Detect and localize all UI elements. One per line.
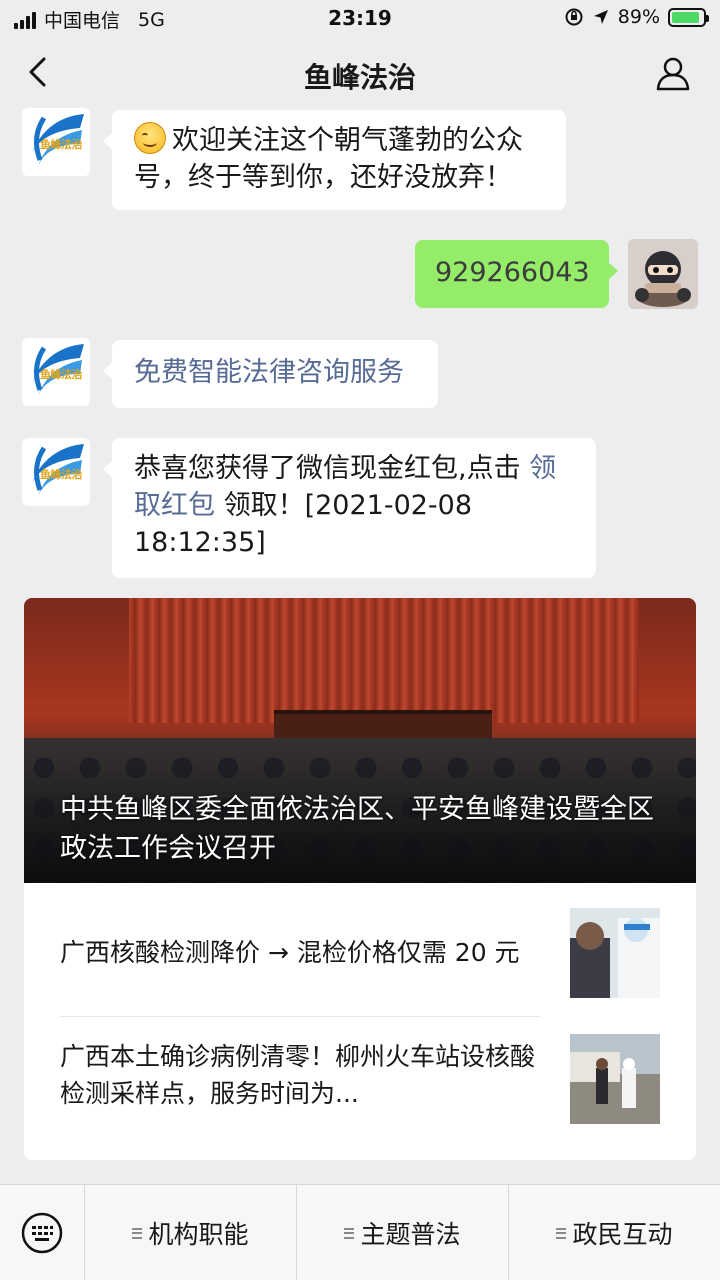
news-card: 中共鱼峰区委全面依法治区、平安鱼峰建设暨全区政法工作会议召开 广西核酸检测降价 … [24,598,696,1160]
menu-item-label: 政民互动 [572,1220,673,1249]
news-item[interactable]: 广西核酸检测降价 → 混检价格仅需 20 元 [60,888,660,1016]
battery-fill [672,11,699,23]
menu-item-law-education[interactable]: 主题普法 [297,1185,509,1280]
location-arrow-icon [593,10,608,24]
news-item-title: 广西本土确诊病例清零！柳州火车站设核酸检测采样点，服务时间为... [60,1042,536,1108]
profile-icon[interactable] [654,54,692,92]
news-thumbnail-image [570,1034,660,1124]
news-item-title: 广西核酸检测降价 → 混检价格仅需 20 元 [60,938,520,967]
redpacket-text-prefix: 恭喜您获得了微信现金红包,点击 [134,453,530,484]
news-item[interactable]: 广西本土确诊病例清零！柳州火车站设核酸检测采样点，服务时间为... [60,1018,660,1146]
battery-icon [668,7,709,27]
menu-item-label: 主题普法 [360,1220,461,1249]
user-avatar[interactable] [628,239,698,309]
news-thumbnail-image [570,908,660,998]
news-hero[interactable]: 中共鱼峰区委全面依法治区、平安鱼峰建设暨全区政法工作会议召开 [24,598,696,883]
service-link[interactable]: 免费智能法律咨询服务 [134,357,404,388]
menu-item-institution[interactable]: 机构职能 [85,1185,297,1280]
account-avatar[interactable]: 鱼峰法治 [22,438,90,506]
menu-item-interaction[interactable]: 政民互动 [509,1185,720,1280]
news-thumbnail [570,1034,660,1124]
page-title: 鱼峰法治 [303,61,416,94]
menu-list-icon [556,1227,567,1239]
service-link-bubble[interactable]: 免费智能法律咨询服务 [103,340,438,408]
news-thumbnail [570,908,660,998]
news-hero-title: 中共鱼峰区委全面依法治区、平安鱼峰建设暨全区政法工作会议召开 [60,794,654,864]
redpacket-message-bubble[interactable]: 恭喜您获得了微信现金红包,点击 领取红包 领取！[2021-02-08 18:1… [103,438,596,578]
user-message-text: 929266043 [435,257,590,288]
battery-percent: 89% [617,6,660,28]
keyboard-icon [21,1212,63,1254]
nav-bar: 鱼峰法治 [0,36,720,108]
account-avatar[interactable]: 鱼峰法治 [22,108,90,176]
welcome-message-text: 欢迎关注这个朝气蓬勃的公众号，终于等到你，还好没放弃！ [134,125,523,193]
bottom-menu: 机构职能 主题普法 政民互动 [0,1184,720,1280]
user-message-bubble[interactable]: 929266043 [415,240,618,308]
user-avatar-icon [628,239,698,309]
menu-item-label: 机构职能 [148,1220,249,1249]
hero-image-curtain [129,598,639,723]
smile-emoji-icon [134,122,166,154]
account-logo-text: 鱼峰法治 [40,468,83,481]
account-avatar[interactable]: 鱼峰法治 [22,338,90,406]
account-logo-text: 鱼峰法治 [40,138,83,151]
status-right: 89% [564,6,709,28]
status-bar: 中国电信 5G 23:19 89% [0,0,720,36]
account-logo-text: 鱼峰法治 [40,368,83,381]
orientation-lock-icon [565,8,583,26]
news-divider [60,1016,540,1017]
welcome-message-bubble[interactable]: 欢迎关注这个朝气蓬勃的公众号，终于等到你，还好没放弃！ [103,110,566,210]
keyboard-toggle-button[interactable] [0,1185,85,1280]
menu-list-icon [132,1227,143,1239]
menu-list-icon [344,1227,355,1239]
